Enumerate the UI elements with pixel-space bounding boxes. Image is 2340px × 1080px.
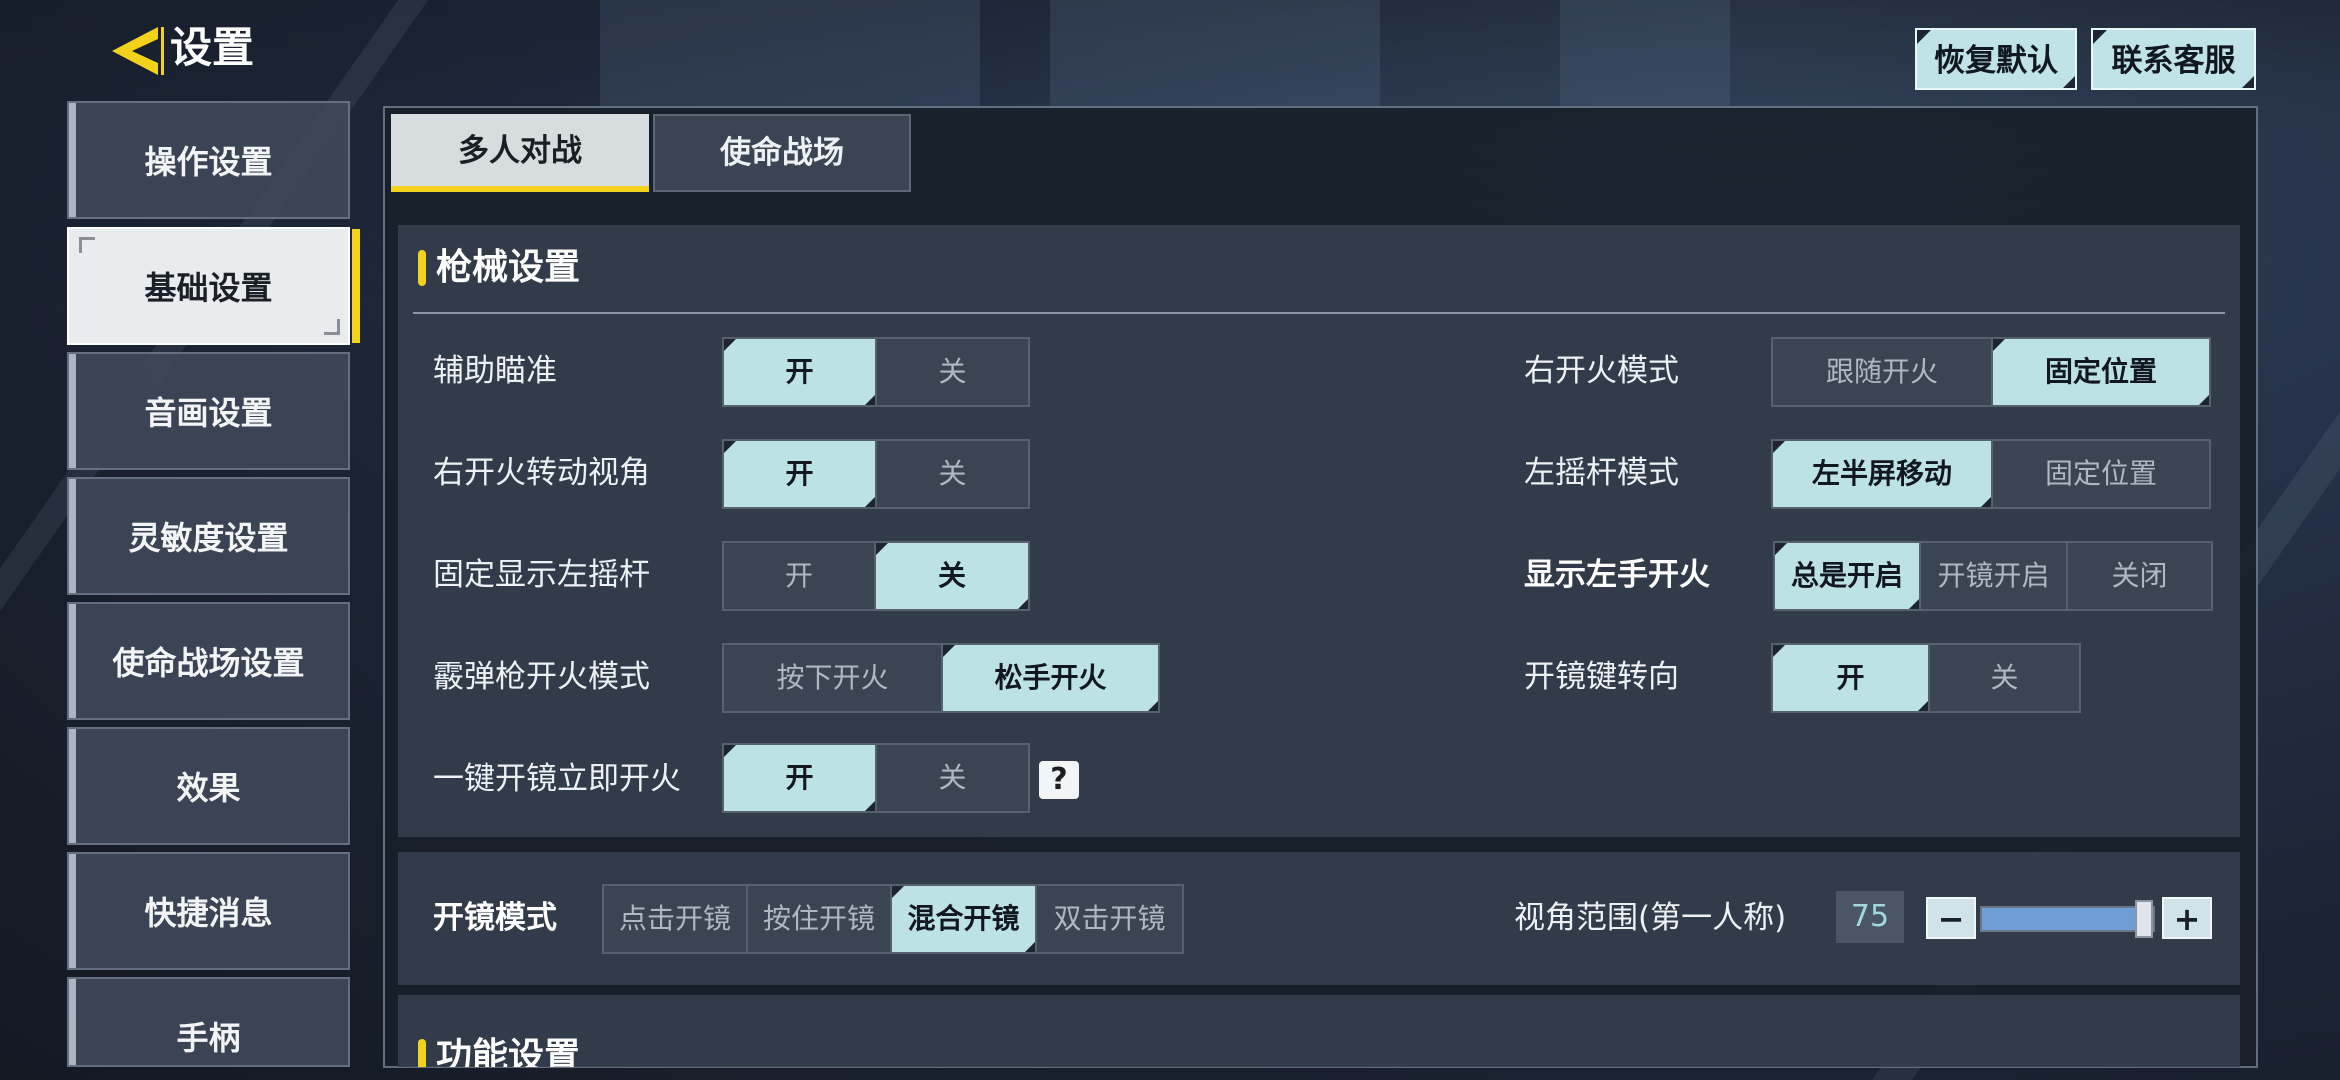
option-double-tap-scope[interactable]: 双击开镜 xyxy=(1037,886,1182,952)
sidebar-item-marker xyxy=(69,604,76,718)
option-off[interactable]: 关闭 xyxy=(2068,543,2211,609)
section-title-text: 功能设置 xyxy=(436,1036,581,1067)
fov-increase-button[interactable]: + xyxy=(2162,897,2212,939)
sidebar-item-marker xyxy=(69,479,76,593)
background-building xyxy=(1560,0,1730,110)
sidebar-item-label: 效果 xyxy=(176,769,241,807)
restore-default-button[interactable]: 恢复默认 xyxy=(1915,28,2077,90)
tab-multiplayer[interactable]: 多人对战 xyxy=(391,114,649,192)
option-on[interactable]: 开 xyxy=(724,543,876,609)
page-title: 设置 xyxy=(170,23,255,72)
setting-label-right-fire-mode: 右开火模式 xyxy=(1524,353,1679,389)
option-follow-fire[interactable]: 跟随开火 xyxy=(1773,339,1993,405)
function-settings-section: 功能设置 xyxy=(398,995,2240,1067)
back-button[interactable] xyxy=(104,22,168,80)
setting-label-show-left-fire: 显示左手开火 xyxy=(1524,557,1710,593)
weapon-settings-section xyxy=(398,225,2240,837)
option-on[interactable]: 开 xyxy=(724,339,877,405)
shotgun-fire-mode-toggle: 按下开火 松手开火 xyxy=(722,643,1160,713)
right-fire-mode-toggle: 跟随开火 固定位置 xyxy=(1771,337,2211,407)
option-off[interactable]: 关 xyxy=(1930,645,2079,711)
section-divider xyxy=(413,312,2225,314)
option-tap-scope[interactable]: 点击开镜 xyxy=(604,886,748,952)
sidebar-item-marker xyxy=(69,979,76,1065)
fov-slider-fill xyxy=(1982,908,2145,930)
setting-label-left-joystick-mode: 左摇杆模式 xyxy=(1524,455,1679,491)
right-fire-rotate-toggle: 开 关 xyxy=(722,439,1030,509)
option-mixed-scope[interactable]: 混合开镜 xyxy=(892,886,1037,952)
show-left-fire-toggle: 总是开启 开镜开启 关闭 xyxy=(1773,541,2213,611)
sidebar-item-marker xyxy=(69,729,76,843)
setting-label-scope-key-turn: 开镜键转向 xyxy=(1524,659,1679,695)
option-on[interactable]: 开 xyxy=(724,441,877,507)
option-on[interactable]: 开 xyxy=(1773,645,1930,711)
sidebar-item-effects[interactable]: 效果 xyxy=(67,727,350,845)
fov-slider-thumb[interactable] xyxy=(2135,900,2154,938)
left-joystick-mode-toggle: 左半屏移动 固定位置 xyxy=(1771,439,2211,509)
sidebar-item-quick-messages[interactable]: 快捷消息 xyxy=(67,852,350,970)
fov-decrease-button[interactable]: − xyxy=(1926,897,1976,939)
background-building xyxy=(600,0,980,110)
active-indicator xyxy=(352,229,360,343)
fov-slider[interactable] xyxy=(1980,900,2155,938)
help-icon[interactable]: ? xyxy=(1039,761,1079,799)
option-scope-on[interactable]: 开镜开启 xyxy=(1921,543,2068,609)
tab-battle-royale[interactable]: 使命战场 xyxy=(653,114,911,192)
option-off[interactable]: 关 xyxy=(876,543,1028,609)
option-release-fire[interactable]: 松手开火 xyxy=(943,645,1158,711)
corner-bracket xyxy=(79,237,95,253)
option-off[interactable]: 关 xyxy=(877,441,1028,507)
sidebar-item-audio-video[interactable]: 音画设置 xyxy=(67,352,350,470)
settings-screen: 设置 恢复默认 联系客服 操作设置 基础设置 音画设置 灵敏度设置 使命战场设置… xyxy=(0,0,2340,1080)
section-title-marker xyxy=(418,250,426,286)
setting-label-shotgun-fire-mode: 霰弹枪开火模式 xyxy=(433,659,650,695)
fov-label: 视角范围(第一人称) xyxy=(1514,900,1787,936)
contact-service-button[interactable]: 联系客服 xyxy=(2091,28,2256,90)
option-fixed-position[interactable]: 固定位置 xyxy=(1993,339,2209,405)
setting-label-aim-assist: 辅助瞄准 xyxy=(433,353,557,389)
scope-key-turn-toggle: 开 关 xyxy=(1771,643,2081,713)
sidebar-item-marker xyxy=(69,103,76,217)
fov-value: 75 xyxy=(1836,891,1904,943)
option-press-fire[interactable]: 按下开火 xyxy=(724,645,943,711)
setting-label-one-tap-scope-fire: 一键开镜立即开火 xyxy=(433,761,681,797)
scope-mode-selector: 点击开镜 按住开镜 混合开镜 双击开镜 xyxy=(602,884,1184,954)
section-title-text: 枪械设置 xyxy=(436,247,581,288)
scope-mode-label: 开镜模式 xyxy=(433,900,557,936)
corner-bracket xyxy=(324,319,340,335)
one-tap-scope-fire-toggle: 开 关 xyxy=(722,743,1030,813)
setting-label-right-fire-rotate: 右开火转动视角 xyxy=(433,455,650,491)
option-on[interactable]: 开 xyxy=(724,745,877,811)
sidebar-item-sensitivity[interactable]: 灵敏度设置 xyxy=(67,477,350,595)
section-title: 枪械设置 xyxy=(418,240,580,296)
background-building xyxy=(1050,0,1380,110)
sidebar-item-basic[interactable]: 基础设置 xyxy=(67,227,360,345)
sidebar-item-label: 基础设置 xyxy=(144,269,273,307)
sidebar-item-label: 操作设置 xyxy=(144,143,273,181)
sidebar-item-operation[interactable]: 操作设置 xyxy=(67,101,350,219)
option-off[interactable]: 关 xyxy=(877,339,1028,405)
sidebar-item-label: 音画设置 xyxy=(144,394,273,432)
sidebar-item-marker xyxy=(69,354,76,468)
option-hold-scope[interactable]: 按住开镜 xyxy=(748,886,892,952)
sidebar-item-battle-royale[interactable]: 使命战场设置 xyxy=(67,602,350,720)
sidebar-item-label: 快捷消息 xyxy=(144,894,273,932)
section-title: 功能设置 xyxy=(418,1029,580,1067)
option-fixed-position[interactable]: 固定位置 xyxy=(1993,441,2209,507)
option-always-on[interactable]: 总是开启 xyxy=(1775,543,1921,609)
aim-assist-toggle: 开 关 xyxy=(722,337,1030,407)
sidebar-item-label: 使命战场设置 xyxy=(112,644,305,682)
setting-label-fixed-left-joystick: 固定显示左摇杆 xyxy=(433,557,650,593)
fixed-left-joystick-toggle: 开 关 xyxy=(722,541,1030,611)
sidebar-item-label: 灵敏度设置 xyxy=(128,519,289,557)
back-arrow-icon xyxy=(112,27,164,75)
option-off[interactable]: 关 xyxy=(877,745,1028,811)
option-half-screen-move[interactable]: 左半屏移动 xyxy=(1773,441,1993,507)
sidebar-item-label: 手柄 xyxy=(176,1019,241,1057)
sidebar-item-marker xyxy=(69,854,76,968)
sidebar-item-controller[interactable]: 手柄 xyxy=(67,977,350,1067)
section-title-marker xyxy=(418,1039,426,1067)
